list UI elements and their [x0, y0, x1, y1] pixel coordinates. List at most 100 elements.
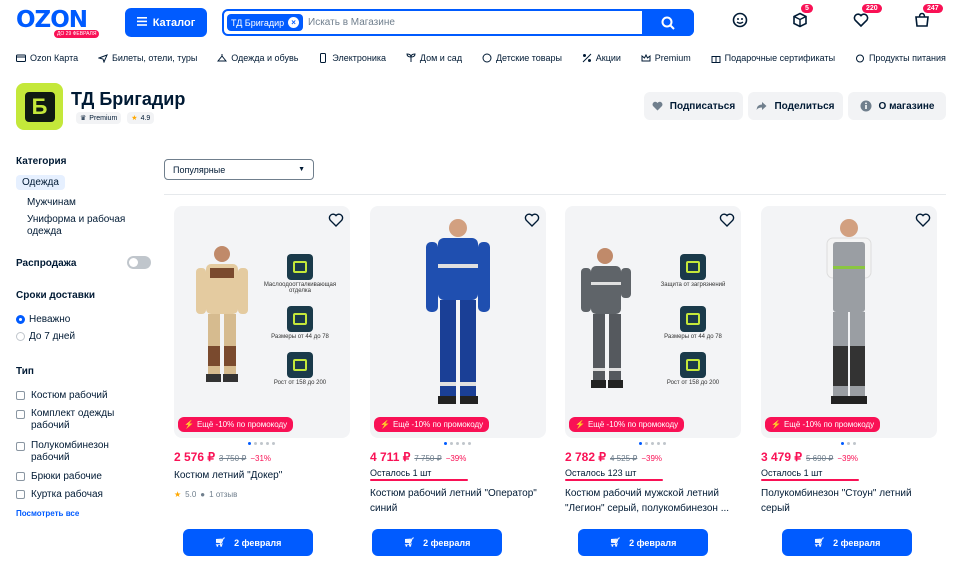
checkbox[interactable] — [16, 442, 25, 451]
ozon-logo[interactable]: OZON ДО 29 ФЕВРАЛЯ — [16, 9, 100, 38]
toggle-knob — [129, 258, 138, 267]
nav-item-electronics[interactable]: Электроника — [318, 53, 386, 63]
nav-item-premium[interactable]: Premium — [641, 53, 691, 63]
search-bar[interactable]: ТД Бригадир × Искать в Магазине — [222, 9, 694, 36]
kids-icon — [482, 53, 492, 63]
type-option[interactable]: Куртка рабочая — [16, 489, 103, 500]
sort-select[interactable]: Популярные ▼ — [164, 159, 314, 180]
favorite-heart-icon[interactable] — [719, 212, 735, 228]
nav-item-ozon-card[interactable]: Ozon Карта — [16, 53, 78, 63]
type-option[interactable]: Брюки рабочие — [16, 471, 102, 482]
cart-icon[interactable]: 247 — [911, 4, 943, 31]
chevron-down-icon: ▼ — [298, 166, 305, 173]
stock-bar — [761, 479, 859, 481]
checkbox[interactable] — [16, 390, 25, 400]
product-image[interactable]: Защита от загрязнений Размеры от 44 до 7… — [565, 206, 741, 438]
product-title[interactable]: Полукомбинезон "Стоун" летний серый — [761, 486, 933, 516]
top-nav: Ozon Карта Билеты, отели, туры Одежда и … — [16, 50, 946, 66]
product-card[interactable]: ⚡ Ещё -10% по промокоду 3 479 ₽5 690 ₽ −39… — [761, 206, 937, 561]
lightning-icon: ⚡ — [184, 420, 194, 429]
height-icon — [680, 352, 706, 378]
drop-icon — [287, 254, 313, 280]
profile-icon[interactable] — [729, 9, 751, 31]
search-scope-chip[interactable]: ТД Бригадир × — [227, 14, 304, 31]
stock-label: Осталось 1 шт — [370, 468, 432, 478]
checkbox[interactable] — [16, 410, 25, 419]
add-to-cart-button[interactable]: 🛒︎ 2 февраля — [578, 529, 708, 556]
nav-item-clothes[interactable]: Одежда и обувь — [217, 53, 298, 63]
type-option[interactable]: Комплект одежды рабочий — [16, 408, 136, 432]
feature-badge: Рост от 158 до 200 — [653, 352, 733, 386]
product-title[interactable]: Костюм рабочий мужской летний "Легион" с… — [565, 486, 737, 516]
lightning-icon: ⚡ — [380, 420, 390, 429]
food-icon — [855, 53, 865, 63]
heart-icon — [652, 101, 663, 111]
product-image[interactable]: Маслоодоотталкивающая отделка Размеры от… — [174, 206, 350, 438]
add-to-cart-button[interactable]: 🛒︎ 2 февраля — [782, 529, 912, 556]
feature-badge: Размеры от 44 до 78 — [260, 306, 340, 340]
promo-badge: ⚡ Ещё -10% по промокоду — [374, 417, 490, 432]
close-icon[interactable]: × — [288, 17, 300, 28]
cart-icon: 🛒︎ — [214, 537, 227, 547]
crown-icon — [641, 53, 651, 63]
checkbox[interactable] — [16, 471, 25, 481]
subscribe-button[interactable]: Подписаться — [644, 92, 743, 120]
catalog-button[interactable]: Каталог — [125, 8, 207, 37]
delivery-option-7days[interactable]: До 7 дней — [16, 331, 75, 342]
product-image[interactable]: ⚡ Ещё -10% по промокоду — [370, 206, 546, 438]
cart-icon: 🛒︎ — [813, 537, 826, 547]
type-heading: Тип — [16, 366, 34, 377]
share-button[interactable]: Поделиться — [748, 92, 843, 120]
product-card[interactable]: ⚡ Ещё -10% по промокоду 4 711 ₽7 750 ₽ −39… — [370, 206, 546, 561]
info-icon — [860, 100, 872, 112]
nav-item-food[interactable]: Продукты питания — [855, 53, 946, 63]
nav-item-tickets[interactable]: Билеты, отели, туры — [97, 53, 197, 64]
checkbox[interactable] — [16, 489, 25, 499]
brand-meta: ♛ Premium ★ 4.9 — [76, 112, 155, 124]
product-rating: ★ 5.0 ● 1 отзыв — [174, 490, 238, 499]
type-option[interactable]: Костюм рабочий — [16, 390, 108, 401]
favorite-heart-icon[interactable] — [524, 212, 540, 228]
orders-icon[interactable]: 5 — [789, 4, 813, 31]
feature-badge: Защита от загрязнений — [653, 254, 733, 288]
product-card[interactable]: Защита от загрязнений Размеры от 44 до 7… — [565, 206, 741, 561]
add-to-cart-button[interactable]: 🛒︎ 2 февраля — [372, 529, 502, 556]
divider — [164, 194, 946, 195]
search-button[interactable] — [642, 9, 694, 36]
price-block: 3 479 ₽5 690 ₽ −39% — [761, 450, 859, 464]
about-store-button[interactable]: О магазине — [848, 92, 946, 120]
type-option[interactable]: Полукомбинезон рабочий — [16, 440, 136, 464]
product-title[interactable]: Костюм рабочий летний "Оператор" синий — [370, 486, 542, 516]
plane-icon — [97, 53, 108, 64]
orders-badge: 5 — [801, 4, 813, 13]
radio-icon — [16, 331, 25, 341]
product-photo-operator — [426, 219, 490, 404]
search-input[interactable]: Искать в Магазине — [308, 17, 395, 28]
favorites-badge: 220 — [862, 4, 882, 13]
image-dots — [444, 442, 471, 445]
percent-icon — [582, 53, 592, 63]
nav-item-kids[interactable]: Детские товары — [482, 53, 562, 63]
add-to-cart-button[interactable]: 🛒︎ 2 февраля — [183, 529, 313, 556]
product-card[interactable]: Маслоодоотталкивающая отделка Размеры от… — [174, 206, 350, 561]
sale-toggle[interactable] — [127, 256, 151, 269]
feature-badge: Рост от 158 до 200 — [260, 352, 340, 386]
category-item-men[interactable]: Мужчинам — [27, 197, 76, 208]
nav-item-gift-cards[interactable]: Подарочные сертификаты — [711, 53, 835, 63]
nav-item-sales[interactable]: Акции — [582, 53, 621, 63]
star-icon: ★ — [174, 490, 182, 499]
favorite-heart-icon[interactable] — [915, 212, 931, 228]
image-dots — [248, 442, 275, 445]
favorite-heart-icon[interactable] — [328, 212, 344, 228]
category-item-clothes[interactable]: Одежда — [16, 175, 65, 190]
share-icon — [756, 102, 767, 110]
category-item-uniform[interactable]: Униформа и рабочая одежда — [27, 214, 145, 238]
see-all-link[interactable]: Посмотреть все — [16, 509, 79, 518]
nav-item-home[interactable]: Дом и сад — [406, 53, 462, 63]
product-image[interactable]: ⚡ Ещё -10% по промокоду — [761, 206, 937, 438]
lightning-icon: ⚡ — [575, 420, 585, 429]
favorites-icon[interactable]: 220 — [850, 4, 882, 31]
product-title[interactable]: Костюм летний "Докер" — [174, 468, 346, 483]
price-block: 2 576 ₽3 750 ₽ −31% — [174, 450, 272, 464]
delivery-option-any[interactable]: Неважно — [16, 314, 70, 325]
